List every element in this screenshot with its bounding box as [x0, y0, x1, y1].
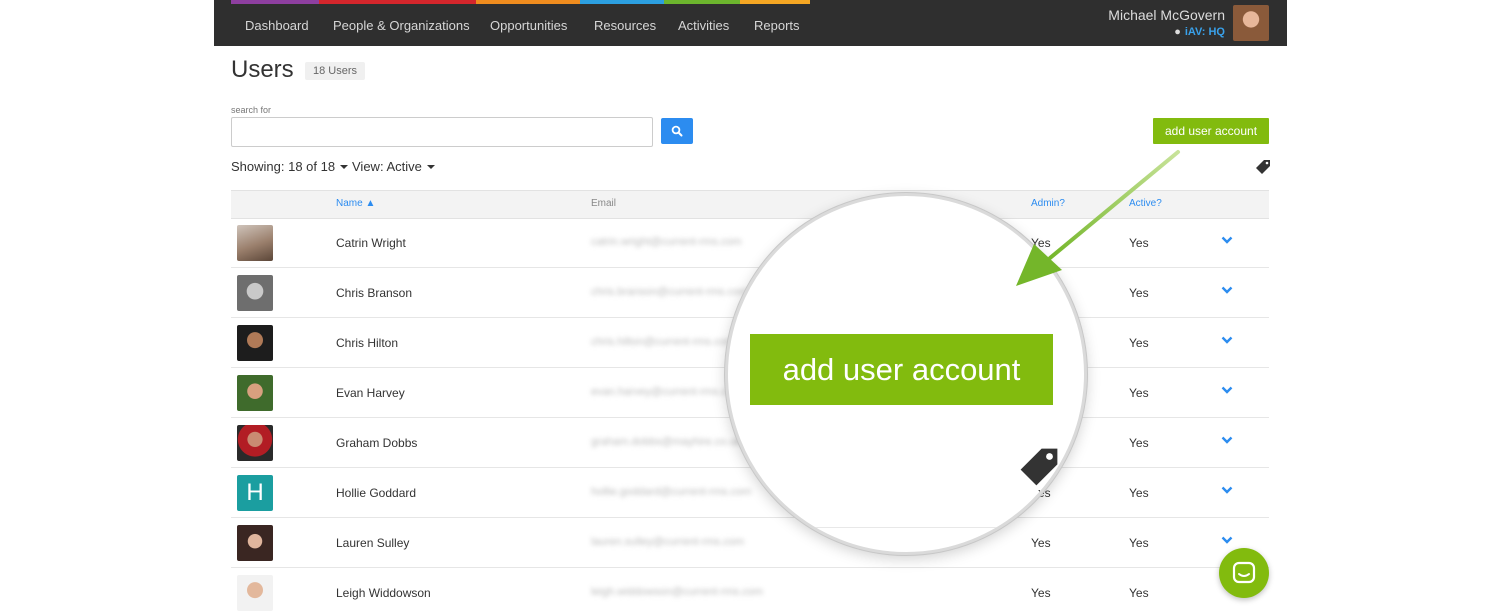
user-email-cell: leigh.widdowson@current-rms.com	[591, 586, 763, 598]
table-row[interactable]: Lauren Sulley lauren.sulley@current-rms.…	[231, 518, 1269, 568]
nav-resources[interactable]: Resources	[580, 0, 664, 46]
nav-activities[interactable]: Activities	[664, 0, 740, 46]
nav-dashboard[interactable]: Dashboard	[231, 0, 319, 46]
caret-down-icon	[426, 164, 435, 169]
tag-icon[interactable]	[1255, 159, 1271, 175]
page-title: Users	[231, 56, 294, 83]
chat-button[interactable]	[1219, 548, 1269, 598]
user-count-badge: 18 Users	[305, 62, 366, 80]
nav-label: Activities	[678, 18, 730, 33]
user-email-cell: evan.harvey@current-rms.com	[591, 386, 743, 398]
user-email-cell: hollie.goddard@current-rms.com	[591, 486, 752, 498]
chevron-down-icon[interactable]	[1221, 234, 1233, 246]
nav-color-bar	[319, 0, 476, 4]
nav-color-bar	[476, 0, 580, 4]
app-frame: Dashboard People & Organizations Opportu…	[214, 0, 1287, 616]
user-email-cell: graham.dobbs@mayhire.co.uk	[591, 436, 741, 448]
chevron-down-icon[interactable]	[1221, 434, 1233, 446]
user-name-cell[interactable]: Graham Dobbs	[336, 436, 417, 450]
top-nav: Dashboard People & Organizations Opportu…	[214, 0, 1287, 46]
avatar	[237, 575, 273, 611]
user-avatar[interactable]	[1233, 5, 1269, 41]
admin-cell: Yes	[1031, 586, 1051, 600]
nav-color-bar	[664, 0, 740, 4]
magnified-tag-icon	[1020, 448, 1058, 486]
admin-cell: Yes	[1031, 536, 1051, 550]
magnified-admin-cell: Yes	[1038, 487, 1060, 502]
user-name-cell[interactable]: Chris Branson	[336, 286, 412, 300]
showing-filter[interactable]: Showing: 18 of 18	[231, 159, 356, 174]
user-name[interactable]: Michael McGovern	[1108, 7, 1225, 23]
table-row[interactable]: Leigh Widdowson leigh.widdowson@current-…	[231, 568, 1269, 616]
nav-people-organizations[interactable]: People & Organizations	[319, 0, 476, 46]
nav-color-bar	[231, 0, 319, 4]
search-button[interactable]	[661, 118, 693, 144]
user-name-cell[interactable]: Chris Hilton	[336, 336, 398, 350]
active-cell: Yes	[1129, 386, 1149, 400]
avatar	[237, 225, 273, 261]
nav-color-bar	[740, 0, 810, 4]
location-label: iAV: HQ	[1184, 26, 1225, 38]
view-label: View: Active	[352, 159, 422, 174]
nav-label: Resources	[594, 18, 657, 33]
row-divider	[728, 527, 1084, 528]
nav-label: People & Organizations	[333, 18, 470, 33]
user-email-cell: chris.branson@current-rms.com	[591, 286, 749, 298]
user-name-cell[interactable]: Leigh Widdowson	[336, 586, 431, 600]
active-cell: Yes	[1129, 436, 1149, 450]
chevron-down-icon[interactable]	[1221, 534, 1233, 546]
chevron-down-icon[interactable]	[1221, 384, 1233, 396]
column-email-header: Email	[591, 198, 617, 209]
magnified-add-user-account-button[interactable]: add user account	[750, 334, 1053, 405]
chevron-down-icon[interactable]	[1221, 484, 1233, 496]
user-email-cell: chris.hilton@current-rms.com	[591, 336, 735, 348]
active-cell: Yes	[1129, 586, 1149, 600]
user-name-cell[interactable]: Evan Harvey	[336, 386, 405, 400]
showing-label: Showing: 18 of 18	[231, 159, 336, 174]
chat-icon	[1232, 561, 1256, 584]
pointer-arrow	[1016, 150, 1180, 286]
avatar	[237, 325, 273, 361]
active-cell: Yes	[1129, 336, 1149, 350]
nav-label: Dashboard	[245, 18, 309, 33]
user-name-cell[interactable]: Hollie Goddard	[336, 486, 416, 500]
avatar	[237, 525, 273, 561]
user-name-cell[interactable]: Catrin Wright	[336, 236, 406, 250]
user-location[interactable]: ● iAV: HQ	[1174, 26, 1225, 38]
search-label: search for	[231, 105, 272, 115]
view-filter[interactable]: View: Active	[352, 159, 443, 174]
search-input[interactable]	[231, 117, 653, 147]
nav-color-bar	[580, 0, 664, 4]
avatar	[237, 375, 273, 411]
active-cell: Yes	[1129, 486, 1149, 500]
column-name-header[interactable]: Name ▲	[336, 198, 375, 209]
user-email-cell: lauren.sulley@current-rms.com	[591, 536, 744, 548]
active-cell: Yes	[1129, 536, 1149, 550]
avatar-initial: H	[237, 475, 273, 511]
user-email-cell: catrin.wright@current-rms.com	[591, 236, 742, 248]
search-icon	[671, 125, 683, 137]
nav-label: Opportunities	[490, 18, 568, 33]
avatar	[237, 425, 273, 461]
nav-reports[interactable]: Reports	[740, 0, 810, 46]
avatar	[237, 275, 273, 311]
nav-label: Reports	[754, 18, 800, 33]
caret-down-icon	[340, 164, 349, 169]
chevron-down-icon[interactable]	[1221, 334, 1233, 346]
chevron-down-icon[interactable]	[1221, 284, 1233, 296]
map-pin-icon: ●	[1174, 26, 1181, 38]
table-row[interactable]: H Hollie Goddard hollie.goddard@current-…	[231, 468, 1269, 518]
user-name-cell[interactable]: Lauren Sulley	[336, 536, 409, 550]
nav-opportunities[interactable]: Opportunities	[476, 0, 580, 46]
